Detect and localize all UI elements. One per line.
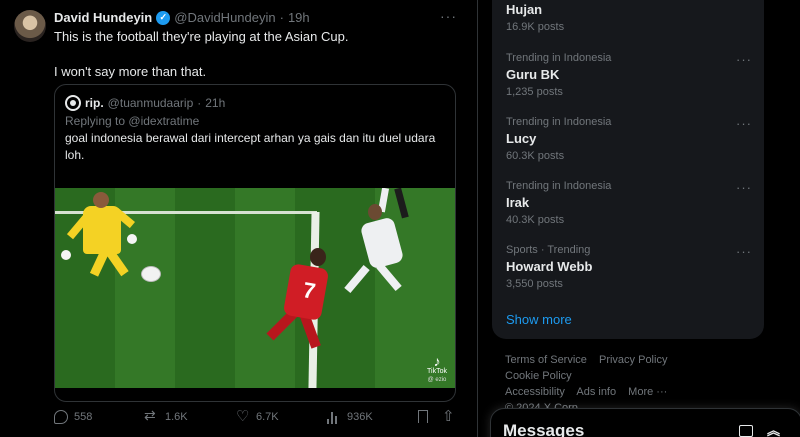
footer-links: Terms of Service Privacy Policy Cookie P… xyxy=(505,352,755,416)
trend-count: 60.3K posts xyxy=(506,150,565,162)
quoted-tweet-header: rip. @tuanmudaarip · 21h xyxy=(65,95,225,111)
trend-context: Trending in Indonesia xyxy=(506,52,612,64)
quoted-tweet[interactable]: rip. @tuanmudaarip · 21h Replying to @id… xyxy=(54,84,456,402)
separator-dot: · xyxy=(279,10,284,25)
quoted-author-handle: @tuanmudaarip xyxy=(107,96,194,110)
tweet[interactable]: David Hundeyin ✓ @DavidHundeyin · 19h ··… xyxy=(0,0,478,437)
trend-more-icon[interactable]: ··· xyxy=(736,116,752,131)
replying-to-handle: @idextratime xyxy=(128,114,200,128)
repost-count: 1.6K xyxy=(165,411,188,423)
timeline: David Hundeyin ✓ @DavidHundeyin · 19h ··… xyxy=(0,0,478,437)
tiktok-watermark: ♪ TikTok @ ezio xyxy=(427,354,447,384)
trend-more-icon[interactable]: ··· xyxy=(736,52,752,67)
trend-name: Irak xyxy=(506,195,530,210)
tiktok-brand: TikTok xyxy=(427,368,447,375)
repost-icon xyxy=(144,407,159,424)
tweet-actions: 558 1.6K 6.7K 936K xyxy=(54,407,458,428)
cookie-link[interactable]: Cookie Policy xyxy=(505,370,572,382)
trend-item[interactable]: Hujan 16.9K posts xyxy=(506,2,756,33)
view-count: 936K xyxy=(347,411,373,423)
replying-to-prefix: Replying to xyxy=(65,114,126,128)
trend-name: Hujan xyxy=(506,2,543,17)
trend-item[interactable]: Sports · Trending Howard Webb 3,550 post… xyxy=(506,244,756,290)
tweet-header: David Hundeyin ✓ @DavidHundeyin · 19h xyxy=(54,10,310,25)
views-icon xyxy=(327,410,341,424)
trend-name: Lucy xyxy=(506,131,537,146)
quoted-tweet-text: goal indonesia berawal dari intercept ar… xyxy=(65,131,436,162)
trend-item[interactable]: Trending in Indonesia Guru BK 1,235 post… xyxy=(506,52,756,98)
trend-context: Trending in Indonesia xyxy=(506,116,612,128)
views-button[interactable]: 936K xyxy=(327,410,373,424)
football xyxy=(141,266,161,282)
tweet-text-line: I won't say more than that. xyxy=(54,64,207,79)
video-player[interactable]: 7 ♪ TikTok @ ezio xyxy=(55,188,455,388)
tweet-time[interactable]: 19h xyxy=(288,10,310,25)
trend-count: 3,550 posts xyxy=(506,278,563,290)
trend-name: Guru BK xyxy=(506,67,560,82)
reply-button[interactable]: 558 xyxy=(54,410,92,424)
tiktok-logo-icon: ♪ xyxy=(433,353,441,369)
trend-count: 1,235 posts xyxy=(506,86,563,98)
heart-icon xyxy=(236,407,250,425)
messages-title: Messages xyxy=(503,421,585,437)
messages-drawer[interactable]: Messages ︽ xyxy=(490,408,800,437)
quoted-tweet-time: 21h xyxy=(205,96,226,110)
quoted-author-name: rip. xyxy=(85,96,104,110)
like-count: 6.7K xyxy=(256,411,279,423)
more-link[interactable]: More ··· xyxy=(628,386,667,398)
expand-icon[interactable]: ︽ xyxy=(767,424,781,437)
tweet-text: This is the football they're playing at … xyxy=(54,28,348,81)
verified-badge-icon: ✓ xyxy=(156,10,171,25)
right-sidebar: Hujan 16.9K posts Trending in Indonesia … xyxy=(478,0,800,437)
compose-message-icon[interactable] xyxy=(739,425,753,437)
privacy-link[interactable]: Privacy Policy xyxy=(599,354,667,366)
trend-more-icon[interactable]: ··· xyxy=(736,180,752,195)
author-handle[interactable]: @DavidHundeyin xyxy=(174,10,275,25)
quoted-author-avatar xyxy=(65,95,81,111)
accessibility-link[interactable]: Accessibility xyxy=(505,386,565,398)
like-button[interactable]: 6.7K xyxy=(236,407,279,425)
trend-name: Howard Webb xyxy=(506,259,593,274)
trend-item[interactable]: Trending in Indonesia Irak 40.3K posts ·… xyxy=(506,180,756,226)
reply-icon xyxy=(54,410,68,424)
tiktok-handle: @ ezio xyxy=(427,377,447,383)
more-options-icon[interactable]: ··· xyxy=(440,8,457,24)
author-avatar[interactable] xyxy=(14,10,46,42)
author-name[interactable]: David Hundeyin xyxy=(54,10,152,25)
share-button[interactable] xyxy=(442,407,456,425)
trend-context: Sports · Trending xyxy=(506,244,591,256)
bookmark-button[interactable] xyxy=(418,410,428,423)
bookmark-icon xyxy=(418,410,428,423)
trend-more-icon[interactable]: ··· xyxy=(736,244,752,259)
trend-item[interactable]: Trending in Indonesia Lucy 60.3K posts ·… xyxy=(506,116,756,162)
trend-context: Trending in Indonesia xyxy=(506,180,612,192)
show-more-link[interactable]: Show more xyxy=(506,312,572,327)
separator-dot: · xyxy=(197,96,202,110)
terms-link[interactable]: Terms of Service xyxy=(505,354,587,366)
reply-count: 558 xyxy=(74,411,93,423)
repost-button[interactable]: 1.6K xyxy=(144,407,188,424)
tweet-text-line: This is the football they're playing at … xyxy=(54,29,349,44)
ads-info-link[interactable]: Ads info xyxy=(576,386,616,398)
replying-to: Replying to @idextratime xyxy=(65,114,199,128)
share-icon xyxy=(442,407,456,425)
trends-panel: Hujan 16.9K posts Trending in Indonesia … xyxy=(492,0,764,339)
trend-count: 16.9K posts xyxy=(506,21,565,33)
trend-count: 40.3K posts xyxy=(506,214,565,226)
